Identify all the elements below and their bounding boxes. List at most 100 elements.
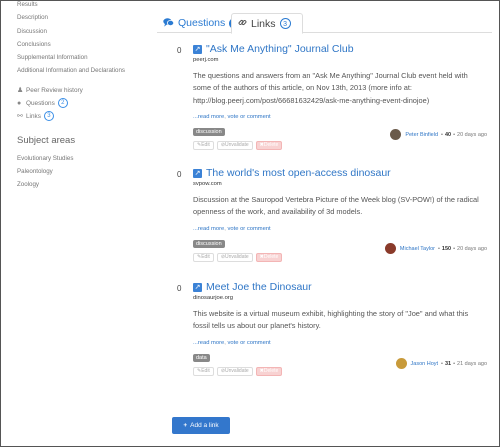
author-score: 40 (444, 131, 452, 138)
toc-additional-info[interactable]: Additional Information and Declarations (17, 64, 157, 77)
link-title-text: The world's most open-access dinosaur (206, 167, 391, 179)
unvalidate-label: Unvalidate (225, 254, 249, 261)
toc-results[interactable]: Results (17, 1, 157, 11)
page-frame: Results Description Discussion Conclusio… (0, 0, 500, 447)
people-icon: ♟ (17, 87, 24, 95)
read-more-row: ...read more, vote or comment (193, 113, 271, 120)
delete-label: Delete (263, 142, 279, 149)
link-title[interactable]: ↗ "Ask Me Anything" Journal Club (193, 43, 485, 55)
post-age: 20 days ago (457, 131, 487, 138)
subject-areas-heading: Subject areas (17, 134, 76, 146)
tab-links-label: Links (251, 17, 276, 30)
link-title-text: Meet Joe the Dinosaur (206, 281, 312, 293)
links-label: Links (26, 112, 41, 120)
edit-button[interactable]: ✎ Edit (193, 140, 214, 150)
vote-count: 0 (177, 170, 182, 179)
tab-questions-label: Questions (178, 17, 226, 29)
author-score: 150 (441, 245, 452, 252)
delete-button[interactable]: ✖ Delete (255, 252, 283, 262)
delete-button[interactable]: ✖ Delete (255, 366, 283, 376)
toc-description[interactable]: Description (17, 11, 157, 24)
toc-supplemental[interactable]: Supplemental Information (17, 51, 157, 64)
post-age: 21 days ago (457, 360, 487, 367)
peer-review-label: Peer Review history (26, 86, 83, 94)
vote-or-comment-link[interactable]: vote or comment (228, 114, 271, 120)
questions-count-badge: 2 (57, 98, 68, 109)
delete-label: Delete (263, 254, 279, 261)
tag-badge[interactable]: discussion (193, 239, 225, 248)
link-meta: Jason Hoyt • 31 • 21 days ago (395, 358, 487, 369)
post-age: 20 days ago (457, 245, 487, 252)
subject-area-item[interactable]: Paleontology (17, 165, 157, 178)
comments-icon (163, 17, 175, 29)
edit-label: Edit (201, 254, 210, 261)
subject-area-item[interactable]: Evolutionary Studies (17, 152, 157, 165)
vote-or-comment-link[interactable]: vote or comment (228, 226, 271, 232)
delete-button[interactable]: ✖ Delete (255, 140, 283, 150)
toc-conclusions[interactable]: Conclusions (17, 38, 157, 51)
link-description: This website is a virtual museum exhibit… (193, 309, 469, 331)
link-item: 0 ↗ "Ask Me Anything" Journal Club peerj… (177, 43, 487, 168)
read-more-link[interactable]: ...read more (193, 114, 224, 120)
author-link[interactable]: Michael Taylor (400, 246, 435, 252)
tab-questions[interactable]: Questions 2 (163, 13, 241, 33)
link-description: Discussion at the Sauropod Vertebra Pict… (193, 195, 479, 217)
avatar[interactable] (395, 358, 407, 369)
author-link[interactable]: Jason Hoyt (411, 361, 439, 367)
vote-or-comment-link[interactable]: vote or comment (228, 340, 271, 346)
add-link-button[interactable]: + Add a link (172, 417, 230, 434)
vote-count: 0 (177, 284, 182, 293)
toc-discussion[interactable]: Discussion (17, 25, 157, 38)
link-title[interactable]: ↗ The world's most open-access dinosaur (193, 167, 485, 179)
link-domain: peerj.com (193, 57, 219, 63)
read-more-row: ...read more, vote or comment (193, 225, 271, 232)
link-meta: Peter Binfield • 40 • 20 days ago (390, 129, 487, 140)
peer-review-history-link[interactable]: ♟ Peer Review history (17, 84, 157, 97)
avatar[interactable] (390, 129, 402, 140)
link-icon: ⚯ (17, 113, 23, 121)
author-link[interactable]: Peter Binfield (405, 132, 438, 138)
link-title[interactable]: ↗ Meet Joe the Dinosaur (193, 281, 485, 293)
delete-label: Delete (263, 368, 279, 375)
tag-badge[interactable]: discussion (193, 127, 225, 136)
subject-area-item[interactable]: Zoology (17, 178, 157, 191)
read-more-link[interactable]: ...read more (193, 340, 224, 346)
unvalidate-button[interactable]: ⊘ Unvalidate (216, 140, 253, 150)
vote-count: 0 (177, 46, 182, 55)
questions-link[interactable]: ● Questions 2 (17, 97, 157, 110)
unvalidate-button[interactable]: ⊘ Unvalidate (216, 252, 253, 262)
comments-icon: ● (17, 99, 22, 107)
link-icon (238, 18, 247, 29)
plus-icon: + (183, 422, 188, 429)
read-more-link[interactable]: ...read more (193, 226, 224, 232)
external-link-icon: ↗ (193, 282, 202, 292)
tab-links[interactable]: Links 3 (231, 13, 303, 34)
external-link-icon: ↗ (193, 168, 202, 178)
feedback-links: ♟ Peer Review history ● Questions 2 ⚯ Li… (17, 84, 157, 123)
edit-label: Edit (201, 368, 210, 375)
unvalidate-label: Unvalidate (225, 368, 249, 375)
edit-button[interactable]: ✎ Edit (193, 366, 214, 376)
links-link[interactable]: ⚯ Links 3 (17, 110, 157, 123)
edit-button[interactable]: ✎ Edit (193, 252, 214, 262)
edit-label: Edit (201, 142, 210, 149)
external-link-icon: ↗ (193, 44, 202, 54)
article-sidebar: Results Description Discussion Conclusio… (17, 1, 157, 192)
link-description: The questions and answers from an "Ask M… (193, 71, 468, 105)
add-link-label: Add a link (190, 422, 219, 429)
link-title-text: "Ask Me Anything" Journal Club (206, 43, 354, 55)
questions-label: Questions (26, 99, 55, 107)
link-item: 0 ↗ The world's most open-access dinosau… (177, 167, 487, 277)
avatar[interactable] (384, 243, 396, 254)
author-score: 31 (444, 360, 452, 367)
links-count-badge: 3 (43, 111, 54, 122)
tag-badge[interactable]: data (193, 353, 210, 362)
link-meta: Michael Taylor • 150 • 20 days ago (384, 243, 487, 254)
link-domain: svpow.com (193, 181, 222, 187)
link-domain: dinosaurjoe.org (193, 295, 233, 301)
read-more-row: ...read more, vote or comment (193, 339, 271, 346)
link-item: 0 ↗ Meet Joe the Dinosaur dinosaurjoe.or… (177, 281, 487, 391)
link-actions: ✎ Edit ⊘ Unvalidate ✖ Delete (193, 140, 485, 150)
unvalidate-label: Unvalidate (225, 142, 249, 149)
unvalidate-button[interactable]: ⊘ Unvalidate (216, 366, 253, 376)
